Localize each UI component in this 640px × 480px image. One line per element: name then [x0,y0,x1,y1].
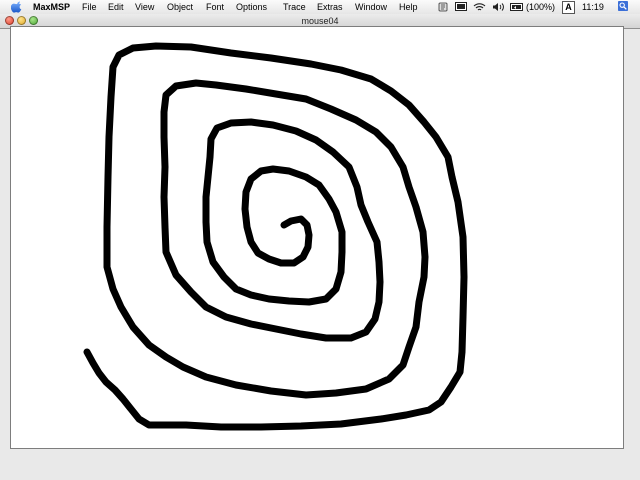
menu-file[interactable]: File [82,1,97,13]
menu-font[interactable]: Font [206,1,224,13]
menu-view[interactable]: View [135,1,154,13]
menu-extras[interactable]: Extras [317,1,343,13]
script-menu-icon[interactable] [438,2,448,12]
apple-logo-icon[interactable] [11,1,23,13]
menu-object[interactable]: Object [167,1,193,13]
menu-clock[interactable]: 11:19 [582,1,604,13]
menu-edit[interactable]: Edit [108,1,124,13]
screen-icon[interactable] [455,2,467,12]
menu-options[interactable]: Options [236,1,267,13]
drawing-canvas[interactable] [10,26,624,449]
menu-help[interactable]: Help [399,1,418,13]
battery-icon[interactable] [510,2,524,12]
spiral-stroke [83,42,468,431]
menu-bar: MaxMSP File Edit View Object Font Option… [0,0,640,15]
menu-trace[interactable]: Trace [283,1,306,13]
input-menu-indicator[interactable]: A [562,1,575,14]
menu-app-name[interactable]: MaxMSP [33,1,70,13]
wifi-icon[interactable] [473,2,486,12]
menu-window[interactable]: Window [355,1,387,13]
volume-icon[interactable] [492,2,504,12]
spiral-drawing [83,42,468,431]
battery-percent: (100%) [526,2,556,12]
spotlight-icon[interactable] [617,1,629,11]
